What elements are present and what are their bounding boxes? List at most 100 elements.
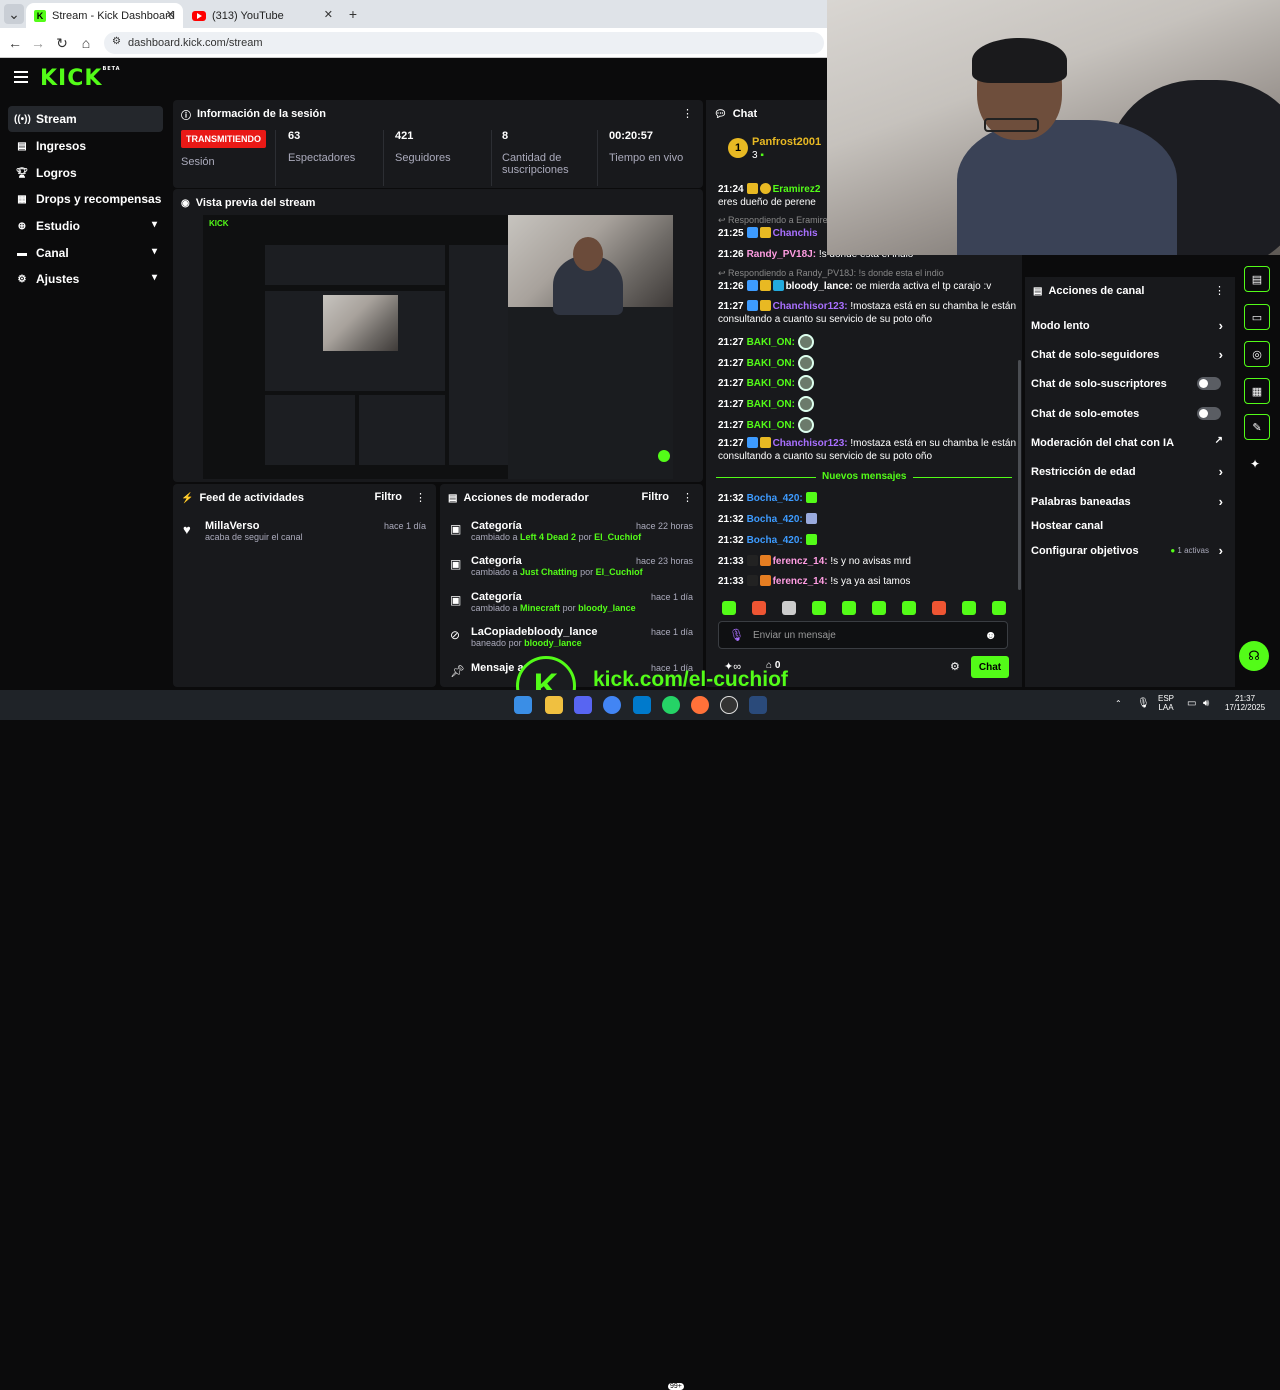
- chevron-down-icon: ▾: [151, 272, 157, 283]
- app-icon[interactable]: [749, 696, 767, 714]
- tray-chevron-icon[interactable]: ⌃: [1115, 699, 1122, 708]
- more-options-icon[interactable]: ⋮: [1214, 284, 1225, 297]
- forward-icon[interactable]: →: [28, 33, 48, 53]
- firefox-icon[interactable]: [691, 696, 709, 714]
- chevron-right-icon: ›: [1218, 318, 1223, 333]
- top-user-name[interactable]: Panfrost2001: [752, 136, 821, 148]
- chat-message: 21:27 BAKI_ON:: [718, 396, 1018, 412]
- person-body: [957, 120, 1177, 255]
- network-icon[interactable]: ▭: [1187, 698, 1196, 709]
- sidebar-item-ingresos[interactable]: ▤ Ingresos: [8, 133, 163, 159]
- language-indicator[interactable]: ESP LAA: [1158, 694, 1174, 712]
- emotes-only-toggle[interactable]: [1197, 407, 1221, 420]
- sidebar-item-estudio[interactable]: ⊕ Estudio ▾: [8, 213, 163, 239]
- more-options-icon[interactable]: ⋮: [415, 491, 426, 504]
- whatsapp-icon[interactable]: [662, 696, 680, 714]
- obs-icon[interactable]: [720, 696, 738, 714]
- close-tab-icon[interactable]: ✕: [166, 8, 175, 21]
- rank-badge: 1: [728, 138, 748, 158]
- chat-settings-icon[interactable]: ⚙: [950, 660, 960, 673]
- action-slow-mode[interactable]: Modo lento ›: [1031, 318, 1229, 333]
- home-icon[interactable]: ⌂: [76, 33, 96, 53]
- back-icon[interactable]: ←: [5, 33, 25, 53]
- moderator-filter-button[interactable]: Filtro: [642, 491, 670, 503]
- action-age-restriction[interactable]: Restricción de edad ›: [1031, 464, 1229, 479]
- chrome-icon[interactable]: [603, 696, 621, 714]
- moderator-item: Categoría cambiado a Minecraft por blood…: [471, 591, 636, 613]
- chevron-right-icon: ›: [1218, 464, 1223, 479]
- send-chat-button[interactable]: Chat: [971, 656, 1009, 678]
- wrench-icon[interactable]: ✎: [1244, 414, 1270, 440]
- external-link-icon: ↗: [1214, 435, 1223, 446]
- feed-filter-button[interactable]: Filtro: [375, 491, 403, 503]
- chevron-right-icon: ›: [1218, 543, 1223, 558]
- moderator-item: Categoría cambiado a Left 4 Dead 2 por E…: [471, 520, 642, 542]
- chat-message: 21:33 ferencz_14: !s y no avisas mrd: [718, 555, 911, 567]
- category-icon: ▣: [450, 593, 462, 607]
- layout-icon[interactable]: ▦: [1244, 378, 1270, 404]
- chat-scrollbar[interactable]: [1018, 360, 1021, 590]
- preview-mini-dashboard: KICK: [203, 215, 508, 479]
- broadcast-icon[interactable]: ◎: [1244, 341, 1270, 367]
- kick-logo[interactable]: KICKBETA: [40, 66, 121, 91]
- chart-icon: ▤: [17, 140, 27, 152]
- action-banned-words[interactable]: Palabras baneadas ›: [1031, 494, 1229, 509]
- volume-icon[interactable]: 🔊︎: [1203, 698, 1209, 709]
- heart-icon: ♥: [183, 522, 191, 537]
- chat-message: 21:27 BAKI_ON:: [718, 355, 1018, 371]
- action-goals[interactable]: Configurar objetivos ● 1 activas ›: [1031, 543, 1229, 558]
- subs-only-toggle[interactable]: [1197, 377, 1221, 390]
- subs-stat: 8 Cantidad de suscripciones: [502, 130, 569, 176]
- action-host-channel[interactable]: Hostear canal: [1031, 520, 1229, 532]
- support-icon[interactable]: ☊: [1239, 641, 1269, 671]
- uptime-stat: 00:20:57 Tiempo en vivo: [609, 130, 684, 164]
- start-icon[interactable]: [514, 696, 532, 714]
- new-tab-button[interactable]: +: [343, 4, 363, 24]
- sidebar-item-ajustes[interactable]: ⚙ Ajustes ▾: [8, 266, 163, 292]
- emote-icon: [797, 355, 814, 371]
- new-messages-label: Nuevos mensajes: [816, 471, 913, 482]
- sidebar-item-logros[interactable]: 🏆︎ Logros: [8, 160, 163, 186]
- chevron-right-icon: ›: [1218, 347, 1223, 362]
- emoji-icon[interactable]: ☻: [984, 628, 997, 642]
- close-tab-icon[interactable]: ✕: [324, 8, 333, 21]
- action-followers-only[interactable]: Chat de solo-seguidores ›: [1031, 347, 1229, 362]
- chat-message: 21:27 BAKI_ON:: [718, 417, 1018, 433]
- chat-message: 21:33 ferencz_14: !s ya ya asi tamos: [718, 575, 911, 587]
- chevron-right-icon: ›: [1218, 494, 1223, 509]
- chat-popout-icon[interactable]: ▭: [1244, 304, 1270, 330]
- chat-message: 21:27 Chanchisor123: !mostaza está en su …: [718, 437, 1017, 462]
- tab-kick-dashboard[interactable]: K Stream - Kick Dashboard ✕: [26, 3, 183, 28]
- chat-input[interactable]: 🎙︎ Enviar un mensaje ☻: [718, 621, 1008, 649]
- vscode-icon[interactable]: [633, 696, 651, 714]
- add-widget-icon[interactable]: ✦: [1250, 457, 1260, 471]
- explorer-icon[interactable]: [545, 696, 563, 714]
- site-info-icon[interactable]: ⚙: [112, 36, 121, 47]
- menu-icon[interactable]: [14, 71, 28, 83]
- chat-bubble-icon: 💬︎: [714, 108, 727, 120]
- microphone-icon[interactable]: 🎙︎: [729, 628, 744, 642]
- lightning-icon: ⚡: [181, 492, 194, 504]
- address-bar[interactable]: ⚙ dashboard.kick.com/stream: [104, 32, 824, 54]
- mic-icon[interactable]: 🎙︎: [1137, 698, 1150, 709]
- reload-icon[interactable]: ↻: [52, 33, 72, 53]
- emote-quick-bar[interactable]: [722, 601, 1022, 620]
- action-subs-only[interactable]: Chat de solo-suscriptores: [1031, 377, 1229, 390]
- action-emotes-only[interactable]: Chat de solo-emotes: [1031, 407, 1229, 420]
- stream-preview-video[interactable]: KICK: [203, 215, 673, 479]
- action-ai-moderation[interactable]: Moderación del chat con IA ↗: [1031, 435, 1229, 449]
- emote-icon: [797, 334, 814, 350]
- sidebar-item-drops[interactable]: ▦ Drops y recompensas: [8, 186, 163, 212]
- tab-youtube[interactable]: (313) YouTube ✕: [184, 3, 341, 28]
- tab-list-button[interactable]: ⌄: [4, 4, 24, 24]
- more-options-icon[interactable]: ⋮: [682, 107, 693, 120]
- list-icon: ▤: [1033, 285, 1043, 297]
- more-options-icon[interactable]: ⋮: [682, 491, 693, 504]
- discord-icon[interactable]: [574, 696, 592, 714]
- notes-icon[interactable]: ▤: [1244, 266, 1270, 292]
- sidebar-item-stream[interactable]: ((•)) Stream: [8, 106, 163, 132]
- broadcast-icon: ((•)): [14, 113, 31, 125]
- clock[interactable]: 21:37 17/12/2025: [1225, 694, 1265, 712]
- sidebar-item-canal[interactable]: ▬ Canal ▾: [8, 240, 163, 266]
- youtube-favicon-icon: [192, 10, 206, 21]
